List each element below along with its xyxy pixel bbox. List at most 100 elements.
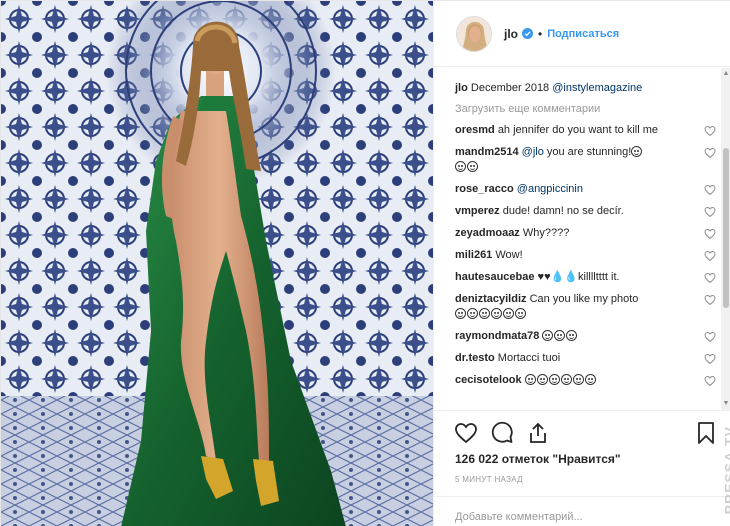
- post-caption: jlo December 2018 @instylemagazine: [455, 81, 724, 96]
- smile-emoji-icon: [566, 330, 578, 341]
- post-header: jlo • Подписаться: [434, 1, 730, 67]
- post-photo[interactable]: [1, 1, 433, 526]
- comment-text: rose_racco @angpiccinin: [455, 182, 673, 197]
- smile-emoji-icon: [479, 308, 490, 319]
- smile-emoji-icon: [572, 374, 584, 385]
- comment-username[interactable]: mili261: [455, 249, 492, 261]
- comment-text: mili261 Wow!: [455, 248, 673, 263]
- comment-text: oresmd ah jennifer do you want to kill m…: [455, 123, 673, 138]
- follow-button[interactable]: Подписаться: [547, 28, 619, 40]
- photo-illustration: [1, 1, 433, 526]
- comment-row: deniztacyildiz Can you like my photo: [455, 292, 724, 322]
- scroll-down-arrow-icon[interactable]: ▼: [722, 400, 730, 408]
- comment-text: dr.testo Mortacci tuoi: [455, 351, 673, 366]
- comment-row: zeyadmoaaz Why????: [455, 226, 724, 241]
- comment-username[interactable]: deniztacyildiz: [455, 293, 527, 305]
- add-comment-input[interactable]: [455, 511, 695, 523]
- comment-row: hautesaucebae ♥♥💧💧killlltttt it.: [455, 270, 724, 285]
- like-comment-heart-icon[interactable]: [704, 250, 716, 262]
- comment-username[interactable]: rose_racco: [455, 183, 514, 195]
- smile-emoji-icon: [584, 374, 596, 385]
- like-comment-heart-icon[interactable]: [704, 184, 716, 196]
- comment-row: oresmd ah jennifer do you want to kill m…: [455, 123, 724, 138]
- comment-row: raymondmata78: [455, 329, 724, 344]
- comments-scrollbar[interactable]: ▲ ▼: [721, 68, 730, 410]
- comment-username[interactable]: oresmd: [455, 124, 495, 136]
- share-icon[interactable]: [526, 421, 550, 445]
- comment-text: deniztacyildiz Can you like my photo: [455, 292, 673, 322]
- comment-mention[interactable]: @jlo: [522, 146, 544, 158]
- comment-body: ah jennifer do you want to kill me: [497, 124, 659, 136]
- post-timestamp[interactable]: 5 МИНУТ НАЗАД: [455, 475, 523, 484]
- watermark-logo: PRESSA.TV: [721, 426, 730, 515]
- comment-username[interactable]: vmperez: [455, 205, 500, 217]
- caption-username[interactable]: jlo: [455, 82, 468, 94]
- comment-text: zeyadmoaaz Why????: [455, 226, 673, 241]
- smile-emoji-icon: [503, 308, 514, 319]
- comment-text: mandm2514 @jlo you are stunning!: [455, 145, 673, 175]
- comment-body: Can you like my photo: [529, 293, 639, 305]
- bookmark-icon[interactable]: [694, 421, 718, 445]
- comment-username[interactable]: zeyadmoaaz: [455, 227, 520, 239]
- comment-mention[interactable]: @angpiccinin: [517, 183, 583, 195]
- instagram-post: jlo • Подписаться jlo December 2018 @ins…: [0, 0, 730, 526]
- comment-username[interactable]: cecisotelook: [455, 374, 522, 386]
- comment-text: vmperez dude! damn! no se decír.: [455, 204, 673, 219]
- add-comment-bar: [434, 496, 730, 526]
- caption-text: December 2018: [470, 82, 550, 94]
- smile-emoji-icon: [467, 161, 478, 172]
- avatar-image: [457, 16, 491, 51]
- like-comment-heart-icon[interactable]: [704, 272, 716, 284]
- comment-body: Why????: [522, 227, 570, 239]
- caption-mention[interactable]: @instylemagazine: [552, 82, 642, 94]
- verified-badge-icon: [522, 28, 533, 39]
- smile-emoji-icon: [542, 330, 554, 341]
- avatar[interactable]: [456, 15, 492, 52]
- comment-bubble-icon[interactable]: [490, 421, 514, 445]
- like-comment-heart-icon[interactable]: [704, 353, 716, 365]
- comment-username[interactable]: dr.testo: [455, 352, 495, 364]
- comment-row: cecisotelook: [455, 373, 724, 388]
- like-comment-heart-icon[interactable]: [704, 375, 716, 387]
- comment-username[interactable]: raymondmata78: [455, 330, 539, 342]
- header-separator-dot: •: [538, 26, 543, 41]
- comments-list[interactable]: jlo December 2018 @instylemagazine Загру…: [434, 68, 724, 410]
- load-more-comments-button[interactable]: Загрузить еще комментарии: [455, 103, 724, 115]
- comment-body: you are stunning!: [546, 146, 632, 158]
- smile-emoji-icon: [524, 374, 536, 385]
- scroll-up-arrow-icon[interactable]: ▲: [722, 70, 730, 78]
- smile-emoji-icon: [467, 308, 478, 319]
- comment-body: dude! damn! no se decír.: [502, 205, 624, 217]
- scrollbar-thumb[interactable]: [723, 148, 729, 308]
- comment-row: vmperez dude! damn! no se decír.: [455, 204, 724, 219]
- like-comment-heart-icon[interactable]: [704, 331, 716, 343]
- comment-text: raymondmata78: [455, 329, 673, 344]
- smile-emoji-icon: [554, 330, 566, 341]
- comment-row: rose_racco @angpiccinin: [455, 182, 724, 197]
- comment-row: dr.testo Mortacci tuoi: [455, 351, 724, 366]
- smile-emoji-icon: [548, 374, 560, 385]
- smile-emoji-icon: [491, 308, 502, 319]
- smile-emoji-icon: [536, 374, 548, 385]
- like-comment-heart-icon[interactable]: [704, 147, 716, 159]
- likes-count[interactable]: 126 022 отметок "Нравится": [455, 452, 621, 466]
- smile-emoji-icon: [560, 374, 572, 385]
- smile-emoji-icon: [455, 308, 466, 319]
- comment-body: Mortacci tuoi: [497, 352, 561, 364]
- comment-username[interactable]: hautesaucebae: [455, 271, 534, 283]
- comment-text: hautesaucebae ♥♥💧💧killlltttt it.: [455, 270, 673, 285]
- comment-username[interactable]: mandm2514: [455, 146, 519, 158]
- comment-text: cecisotelook: [455, 373, 673, 388]
- like-comment-heart-icon[interactable]: [704, 125, 716, 137]
- smile-emoji-icon: [515, 308, 526, 319]
- comment-body: Wow!: [495, 249, 523, 261]
- like-comment-heart-icon[interactable]: [704, 294, 716, 306]
- comment-body: ♥♥💧💧killlltttt it.: [537, 271, 620, 283]
- header-username[interactable]: jlo: [504, 27, 518, 41]
- post-sidebar: jlo • Подписаться jlo December 2018 @ins…: [433, 1, 730, 526]
- like-comment-heart-icon[interactable]: [704, 206, 716, 218]
- smile-emoji-icon: [631, 146, 643, 157]
- like-heart-icon[interactable]: [454, 421, 478, 445]
- comment-row: mandm2514 @jlo you are stunning!: [455, 145, 724, 175]
- like-comment-heart-icon[interactable]: [704, 228, 716, 240]
